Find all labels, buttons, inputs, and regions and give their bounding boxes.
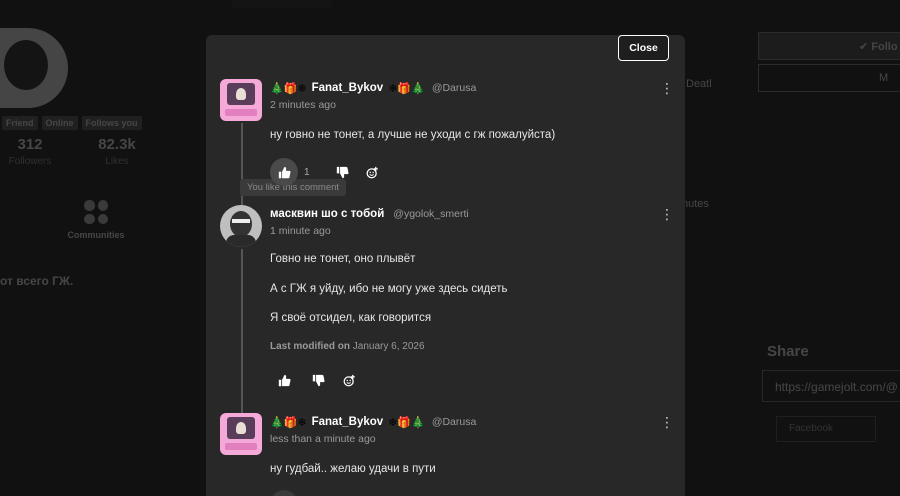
decoration-emoji: 🎄🎁❄ [270,416,307,429]
username[interactable]: масквин шо с тобой [270,208,384,220]
comment-time[interactable]: 1 minute ago [270,225,331,237]
comment-text: ну гудбай.. желаю удачи в пути [270,463,436,475]
username[interactable]: Fanat_Bykov [312,416,384,428]
dislike-button[interactable] [304,366,332,394]
comment-text: Я своё отсидел, как говорится [270,312,432,324]
comment-text: Говно не тонет, оно плывёт [270,253,416,265]
add-reaction-icon [343,374,355,386]
share-title: Share [767,343,809,360]
likes-count: 82.3k [98,136,136,153]
user-handle[interactable]: @ygolok_smerti [393,208,468,220]
comment-item: масквин шо с тобой @ygolok_smerti 1 minu… [220,205,675,395]
last-modified-label: Last modified on [270,341,350,352]
like-button[interactable] [270,366,298,394]
bg-minutes-label: nutes [682,198,709,210]
profile-bio-text: от всего ГЖ. [0,274,74,288]
thumbs-up-icon [278,166,291,178]
bg-card [232,0,332,8]
comment-actions: 1 [270,158,386,186]
message-button[interactable]: M [758,64,900,92]
thumbs-down-icon [336,166,349,178]
comment-text: ну говно не тонет, а лучше не уходи с гж… [270,129,556,141]
add-reaction-button[interactable] [335,366,363,394]
tag-online: Online [41,116,78,130]
profile-tags: Friend Online Follows you [2,116,142,130]
communities-label: Communities [67,230,125,240]
more-options-icon[interactable]: ⋮ [660,207,674,221]
comment-text: А с ГЖ я уйду, ибо не могу уже здесь сид… [270,283,508,295]
more-options-icon[interactable]: ⋮ [660,415,674,429]
user-handle[interactable]: @Darusa [432,82,477,94]
share-url-field[interactable]: https://gamejolt.com/@ [762,370,900,402]
close-button[interactable]: Close [618,35,669,61]
comment-thread-modal: Close 🎄🎁❄ Fanat_Bykov ❄🎁🎄 @Darusa 2 minu… [206,35,685,496]
thumbs-down-icon [312,374,325,386]
user-avatar[interactable] [220,79,262,121]
like-button[interactable] [270,158,298,186]
decoration-emoji: 🎄🎁❄ [270,82,307,95]
comment-item: 🎄🎁❄ Fanat_Bykov ❄🎁🎄 @Darusa 2 minutes ag… [220,79,675,196]
add-reaction-icon [366,166,378,178]
user-avatar[interactable] [220,413,262,455]
last-modified-date: January 6, 2026 [352,341,425,352]
thumbs-up-icon [278,374,291,386]
tag-follows-you: Follows you [81,116,142,130]
comment-time[interactable]: less than a minute ago [270,433,376,445]
dislike-button[interactable] [328,158,356,186]
communities-icon [84,200,108,224]
tag-friend: Friend [2,116,38,130]
comment-actions [270,490,298,496]
bg-death-label: Deatl [686,78,712,90]
username[interactable]: Fanat_Bykov [312,82,384,94]
user-handle[interactable]: @Darusa [432,416,477,428]
user-avatar[interactable] [220,205,262,247]
comment-time[interactable]: 2 minutes ago [270,99,336,111]
profile-avatar [0,28,68,108]
followers-label: Followers [8,156,52,167]
likes-stat[interactable]: 82.3k Likes [92,136,142,167]
follow-button[interactable]: ✔ Follo [758,32,900,60]
last-modified: Last modified on January 6, 2026 [270,341,425,352]
like-count: 1 [304,166,310,178]
more-options-icon[interactable]: ⋮ [660,81,674,95]
add-reaction-button[interactable] [358,158,386,186]
decoration-emoji: ❄🎁🎄 [388,82,425,95]
followers-count: 312 [17,136,43,153]
comment-actions [270,366,363,394]
facebook-share-button[interactable]: Facebook [776,416,876,442]
decoration-emoji: ❄🎁🎄 [388,416,425,429]
communities-link[interactable]: Communities [66,200,126,240]
like-button[interactable] [270,490,298,496]
followers-stat[interactable]: 312 Followers [8,136,52,167]
comment-item: 🎄🎁❄ Fanat_Bykov ❄🎁🎄 @Darusa less than a … [220,413,675,496]
page: Friend Online Follows you 312 Followers … [0,0,900,496]
likes-label: Likes [105,156,129,167]
